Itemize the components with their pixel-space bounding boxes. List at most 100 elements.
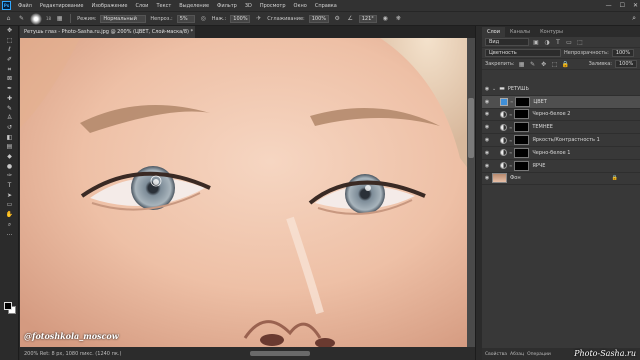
- pen-tool-icon[interactable]: ✑: [0, 171, 19, 181]
- tab-actions[interactable]: Операции: [527, 352, 551, 357]
- horizontal-scroll-thumb[interactable]: [250, 351, 310, 356]
- filter-type-icon[interactable]: T: [554, 39, 562, 46]
- fill-field[interactable]: 100%: [615, 60, 637, 68]
- visibility-eye-icon[interactable]: ◉: [482, 150, 492, 156]
- mode-select[interactable]: Нормальный: [100, 14, 147, 23]
- eyedropper-tool-icon[interactable]: ✒: [0, 84, 19, 94]
- layer-mask-thumbnail[interactable]: [514, 160, 530, 171]
- menu-layer[interactable]: Слои: [131, 3, 152, 9]
- brush-preset-picker[interactable]: [30, 12, 42, 25]
- layer-brighter[interactable]: ◉ ∞ ЯРЧЕ: [482, 160, 640, 173]
- tab-channels[interactable]: Каналы: [505, 27, 535, 37]
- lock-all-icon[interactable]: 🔒: [562, 61, 570, 68]
- layer-mask-thumbnail[interactable]: [514, 147, 530, 158]
- menu-window[interactable]: Окно: [290, 3, 311, 9]
- history-brush-tool-icon[interactable]: ↺: [0, 123, 19, 133]
- visibility-eye-icon[interactable]: ◉: [482, 137, 492, 143]
- minimize-button[interactable]: —: [606, 2, 612, 9]
- shape-tool-icon[interactable]: ▭: [0, 200, 19, 210]
- document-tab[interactable]: Ретушь глаз - Photo-Sasha.ru.jpg @ 200% …: [20, 26, 195, 38]
- layer-opacity-field[interactable]: 100%: [611, 49, 634, 57]
- filter-adjustment-icon[interactable]: ◑: [543, 39, 551, 46]
- hand-tool-icon[interactable]: ✋: [0, 210, 19, 220]
- menu-filter[interactable]: Фильтр: [213, 3, 241, 9]
- layer-darker[interactable]: ◉ ∞ ТЕМНЕЕ: [482, 121, 640, 135]
- frame-tool-icon[interactable]: ⊠: [0, 74, 19, 84]
- crop-tool-icon[interactable]: ⌗: [0, 65, 19, 75]
- lock-paint-icon[interactable]: ✎: [529, 61, 537, 68]
- visibility-eye-icon[interactable]: ◉: [482, 163, 492, 169]
- healing-tool-icon[interactable]: ✚: [0, 94, 19, 104]
- layer-group-retouch[interactable]: ◉ ⌄ ▬ РЕТУШЬ: [482, 83, 640, 96]
- blend-mode-select[interactable]: Цветность: [485, 49, 561, 57]
- type-tool-icon[interactable]: T: [0, 181, 19, 191]
- visibility-eye-icon[interactable]: ◉: [482, 86, 492, 92]
- pressure-size-icon[interactable]: ◉: [381, 14, 390, 23]
- move-tool-icon[interactable]: ✥: [0, 26, 19, 36]
- filter-smart-icon[interactable]: ⬚: [576, 39, 584, 46]
- menu-edit[interactable]: Редактирование: [36, 3, 88, 9]
- menu-select[interactable]: Выделение: [175, 3, 213, 9]
- tab-properties[interactable]: Свойства: [485, 352, 507, 357]
- close-window-button[interactable]: ✕: [633, 2, 638, 9]
- menu-help[interactable]: Справка: [311, 3, 341, 9]
- brush-tool-icon[interactable]: ✎: [0, 104, 19, 114]
- quick-select-tool-icon[interactable]: ✐: [0, 55, 19, 65]
- foreground-color-swatch[interactable]: [4, 302, 12, 310]
- gradient-tool-icon[interactable]: ▤: [0, 142, 19, 152]
- maximize-button[interactable]: ☐: [620, 2, 625, 9]
- symmetry-icon[interactable]: ❋: [394, 14, 403, 23]
- kind-filter-select[interactable]: Вид: [485, 38, 529, 46]
- vertical-scroll-thumb[interactable]: [468, 98, 474, 158]
- smoothing-field[interactable]: 100%: [308, 14, 329, 23]
- layer-bw-1[interactable]: ◉ ∞ Черно-белое 1: [482, 147, 640, 160]
- menu-file[interactable]: Файл: [14, 3, 36, 9]
- filter-shape-icon[interactable]: ▭: [565, 39, 573, 46]
- layer-mask-thumbnail[interactable]: [514, 109, 530, 120]
- layer-mask-thumbnail[interactable]: [515, 96, 531, 107]
- pressure-opacity-icon[interactable]: ◎: [199, 14, 208, 23]
- visibility-eye-icon[interactable]: ◉: [482, 99, 492, 105]
- tab-layers[interactable]: Слои: [482, 27, 505, 37]
- lasso-tool-icon[interactable]: ℓ: [0, 45, 19, 55]
- visibility-eye-icon[interactable]: ◉: [482, 111, 492, 117]
- more-tools-icon[interactable]: …: [0, 229, 19, 239]
- layer-bw-2[interactable]: ◉ ∞ Черно-белое 2: [482, 109, 640, 122]
- layer-color[interactable]: ◉ ∞ ЦВЕТ: [482, 95, 640, 109]
- airbrush-icon[interactable]: ✈: [254, 14, 263, 23]
- search-icon[interactable]: ⌕: [632, 14, 636, 23]
- angle-field[interactable]: 121°: [358, 14, 377, 23]
- menu-type[interactable]: Текст: [152, 3, 175, 9]
- smoothing-settings-icon[interactable]: ⚙: [333, 14, 342, 23]
- lock-artboard-icon[interactable]: ⬚: [551, 61, 559, 68]
- tab-paragraph[interactable]: Абзац: [510, 352, 524, 357]
- tab-paths[interactable]: Контуры: [535, 27, 568, 37]
- layer-mask-thumbnail[interactable]: [514, 135, 530, 146]
- vertical-scrollbar[interactable]: [467, 38, 475, 347]
- path-select-tool-icon[interactable]: ➤: [0, 191, 19, 201]
- home-icon[interactable]: ⌂: [4, 14, 13, 23]
- layer-brightness-contrast[interactable]: ◉ ∞ Яркость/Контрастность 1: [482, 134, 640, 147]
- pressure-field[interactable]: 100%: [230, 14, 251, 23]
- stamp-tool-icon[interactable]: ♙: [0, 113, 19, 123]
- lock-position-icon[interactable]: ✥: [540, 61, 548, 68]
- zoom-tool-icon[interactable]: ⌕: [0, 220, 19, 230]
- menu-view[interactable]: Просмотр: [256, 3, 290, 9]
- menu-3d[interactable]: 3D: [241, 3, 256, 9]
- lock-pixels-icon[interactable]: ▦: [518, 61, 526, 68]
- image-canvas[interactable]: @fotoshkola_moscow: [20, 38, 475, 347]
- marquee-tool-icon[interactable]: ⬚: [0, 36, 19, 46]
- opacity-field[interactable]: 5%: [176, 14, 195, 23]
- layer-background[interactable]: ◉ Фон 🔒: [482, 173, 640, 186]
- menu-image[interactable]: Изображение: [87, 3, 131, 9]
- visibility-eye-icon[interactable]: ◉: [482, 175, 492, 181]
- brush-tool-icon[interactable]: ✎: [17, 14, 26, 23]
- filter-pixel-icon[interactable]: ▣: [532, 39, 540, 46]
- brush-settings-icon[interactable]: ▦: [55, 14, 64, 23]
- angle-icon[interactable]: ∠: [346, 14, 355, 23]
- eraser-tool-icon[interactable]: ◧: [0, 133, 19, 143]
- visibility-eye-icon[interactable]: ◉: [482, 124, 492, 130]
- blur-tool-icon[interactable]: ◆: [0, 152, 19, 162]
- dodge-tool-icon[interactable]: ●: [0, 162, 19, 172]
- layer-mask-thumbnail[interactable]: [514, 122, 530, 133]
